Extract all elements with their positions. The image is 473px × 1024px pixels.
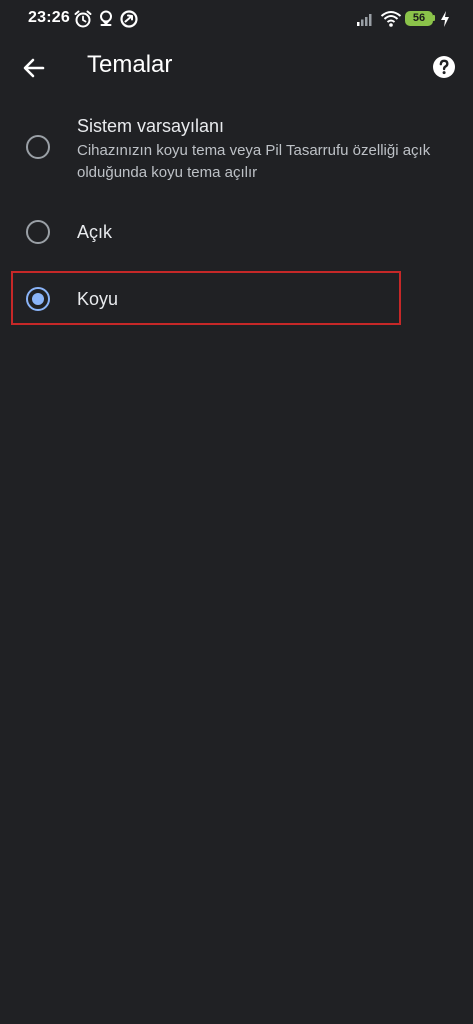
option-description-system-default: Cihazınızın koyu tema veya Pil Tasarrufu…: [77, 142, 431, 181]
arrow-back-icon: [23, 58, 45, 78]
battery-indicator: 56: [405, 11, 433, 26]
theme-option-dark[interactable]: Koyu: [0, 272, 473, 326]
location-icon: [96, 9, 116, 29]
charging-icon: [439, 9, 451, 29]
signal-icon: [355, 9, 375, 29]
page-title: Temalar: [87, 51, 173, 78]
option-title-light: Açık: [77, 222, 113, 242]
alarm-icon: [73, 9, 93, 29]
battery-tip: [433, 15, 435, 21]
option-title-system-default: Sistem varsayılanı: [77, 116, 225, 136]
radio-selected-dot: [32, 293, 44, 305]
status-bar: 23:26 56: [0, 0, 473, 40]
theme-option-light[interactable]: Açık: [0, 204, 473, 260]
radio-light[interactable]: [26, 220, 50, 244]
themes-screen: 23:26 56 Temalar Sistem varsayılanı Ciha…: [0, 0, 473, 1024]
option-title-dark: Koyu: [77, 289, 119, 309]
help-button[interactable]: [432, 55, 456, 79]
back-button[interactable]: [18, 52, 50, 84]
app-bar: Temalar: [0, 40, 473, 96]
radio-system-default[interactable]: [26, 135, 50, 159]
sync-icon: [119, 9, 139, 29]
theme-option-system-default[interactable]: Sistem varsayılanı Cihazınızın koyu tema…: [0, 108, 473, 188]
help-icon: [433, 56, 455, 78]
radio-dark[interactable]: [26, 287, 50, 311]
status-time: 23:26: [28, 9, 70, 26]
wifi-icon: [380, 9, 402, 29]
battery-level: 56: [412, 12, 426, 24]
